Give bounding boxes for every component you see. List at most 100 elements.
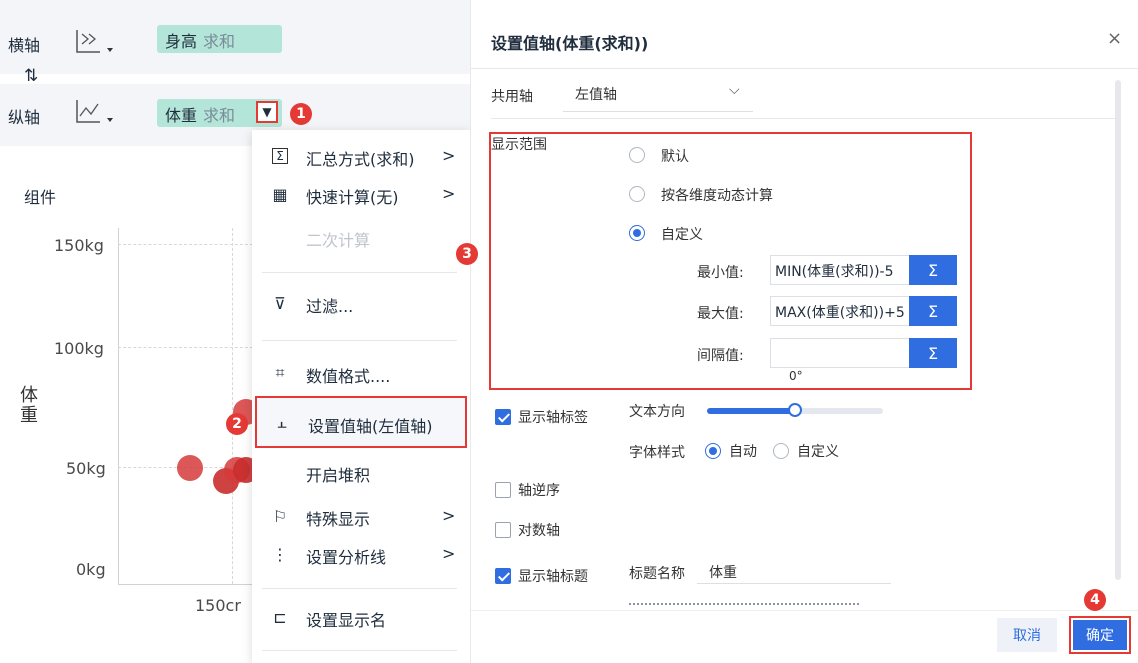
min-formula-button[interactable]: Σ: [909, 255, 957, 285]
x-field-name: 身高: [165, 32, 198, 51]
show-axis-title-checkbox[interactable]: [495, 568, 511, 584]
interval-formula-button[interactable]: Σ: [909, 338, 957, 368]
dialog-title: 设置值轴(体重(求和)): [491, 34, 649, 53]
display-range-label: 显示范围: [491, 137, 547, 153]
menu-item-number-format[interactable]: ⌗ 数值格式....: [252, 354, 470, 394]
title-name-label: 标题名称: [629, 566, 685, 582]
show-axis-label-checkbox[interactable]: [495, 409, 511, 425]
range-option-label: 自定义: [661, 227, 703, 243]
menu-item-analysis-line[interactable]: ⋮ 设置分析线 >: [252, 535, 470, 575]
y-axis-chart-type-icon[interactable]: [74, 96, 114, 130]
axis-settings-icon: ⫠: [277, 413, 287, 432]
reverse-axis-label: 轴逆序: [518, 483, 560, 499]
y-tick-label: 0kg: [76, 560, 106, 579]
confirm-button[interactable]: 确定: [1069, 616, 1131, 654]
y-axis-label: 纵轴: [8, 108, 41, 127]
calculator-icon: ▦: [272, 184, 288, 204]
font-auto-radio[interactable]: [705, 443, 721, 459]
text-direction-track[interactable]: [707, 403, 883, 417]
text-direction-label: 文本方向: [629, 404, 685, 420]
shared-axis-select[interactable]: 左值轴 ⌵: [563, 78, 753, 112]
menu-item-filter[interactable]: ⊽ 过滤...: [252, 284, 470, 324]
shared-axis-value: 左值轴: [575, 87, 617, 103]
component-label: 组件: [24, 188, 57, 207]
step-badge-4: 4: [1084, 589, 1106, 611]
max-value-label: 最大值:: [697, 306, 744, 322]
max-formula-button[interactable]: Σ: [909, 296, 957, 326]
menu-item-display-name[interactable]: ⊏ 设置显示名: [252, 598, 470, 638]
log-axis-checkbox[interactable]: [495, 522, 511, 538]
min-value-input[interactable]: MIN(体重(求和))-5: [770, 255, 910, 285]
menu-item-set-value-axis[interactable]: ⫠ 设置值轴(左值轴): [255, 396, 467, 448]
font-custom-label: 自定义: [797, 444, 839, 460]
text-direction-knob[interactable]: [788, 403, 802, 417]
reverse-axis-checkbox[interactable]: [495, 482, 511, 498]
y-field-name: 体重: [165, 106, 198, 125]
text-direction-value: 0°: [789, 369, 803, 383]
menu-item-label: 开启堆积: [306, 466, 371, 485]
x-field-pill[interactable]: 身高 求和: [157, 25, 282, 53]
analysis-line-icon: ⋮: [272, 544, 288, 564]
menu-divider: [262, 272, 457, 273]
menu-divider: [262, 340, 457, 341]
show-axis-label-text: 显示轴标签: [518, 410, 588, 426]
show-axis-title-label: 显示轴标题: [518, 569, 588, 585]
clipped-font-row: [629, 598, 869, 606]
chevron-right-icon: >: [442, 146, 456, 165]
menu-item-quick-calc[interactable]: ▦ 快速计算(无) >: [252, 175, 470, 215]
step-badge-3: 3: [456, 243, 478, 265]
range-dynamic-radio[interactable]: [629, 186, 645, 202]
chevron-down-icon: ⌵: [729, 82, 740, 98]
y-axis-line: [118, 228, 119, 584]
x-tick-label: 150cr: [195, 596, 241, 615]
field-context-menu: Σ 汇总方式(求和) > ▦ 快速计算(无) > 二次计算 ⊽ 过滤... ⌗ …: [252, 130, 470, 663]
number-format-icon: ⌗: [275, 363, 285, 382]
interval-input[interactable]: [770, 338, 910, 368]
footer-divider: [471, 610, 1138, 611]
y-axis-title-text: 体重: [20, 385, 38, 426]
x-field-agg: 求和: [203, 32, 236, 51]
menu-item-special-display[interactable]: ⚐ 特殊显示 >: [252, 497, 470, 537]
menu-item-label: 数值格式....: [306, 367, 391, 386]
menu-item-label: 特殊显示: [306, 510, 371, 529]
max-value-input[interactable]: MAX(体重(求和))+5: [770, 296, 910, 326]
chevron-right-icon: >: [442, 184, 456, 203]
cancel-button[interactable]: 取消: [997, 618, 1057, 652]
title-name-input[interactable]: 体重: [697, 556, 891, 584]
y-tick-label: 50kg: [66, 459, 106, 478]
section-divider: [491, 118, 1117, 119]
font-style-label: 字体样式: [629, 445, 685, 461]
min-value-label: 最小值:: [697, 265, 744, 281]
range-custom-radio[interactable]: [629, 225, 645, 241]
x-axis-label: 横轴: [8, 36, 41, 55]
step-badge-2: 2: [226, 413, 248, 435]
menu-item-aggregation[interactable]: Σ 汇总方式(求和) >: [252, 137, 470, 177]
sum-icon: Σ: [272, 148, 288, 164]
close-icon[interactable]: ×: [1107, 28, 1122, 49]
scrollbar[interactable]: [1115, 80, 1121, 580]
menu-item-stacking[interactable]: 开启堆积: [252, 453, 470, 493]
menu-item-label: 过滤...: [306, 297, 354, 316]
x-axis-chart-type-icon[interactable]: [74, 26, 114, 60]
flag-icon: ⚐: [272, 506, 288, 526]
menu-divider: [262, 650, 457, 651]
filter-icon: ⊽: [274, 293, 286, 313]
chevron-right-icon: >: [442, 544, 456, 563]
menu-item-secondary-calc: 二次计算: [252, 218, 470, 258]
chevron-right-icon: >: [442, 506, 456, 525]
y-tick-label: 150kg: [54, 236, 104, 255]
value-axis-dialog: 设置值轴(体重(求和)) × 共用轴 左值轴 ⌵ 显示范围 默认 按各维度动态计…: [470, 0, 1138, 663]
swap-vertical-icon[interactable]: ⇅: [24, 66, 38, 86]
font-custom-radio[interactable]: [773, 443, 789, 459]
range-default-radio[interactable]: [629, 147, 645, 163]
text-direction-fill: [707, 408, 795, 414]
range-option-label: 默认: [661, 149, 689, 165]
title-name-value: 体重: [709, 565, 737, 581]
scatter-points: [177, 399, 255, 494]
shared-axis-label: 共用轴: [491, 89, 533, 105]
step-badge-1: 1: [290, 103, 312, 125]
x-axis-line: [118, 584, 253, 585]
interval-label: 间隔值:: [697, 348, 744, 364]
menu-item-label: 二次计算: [306, 231, 371, 250]
y-field-dropdown-button[interactable]: ▼: [256, 101, 278, 123]
